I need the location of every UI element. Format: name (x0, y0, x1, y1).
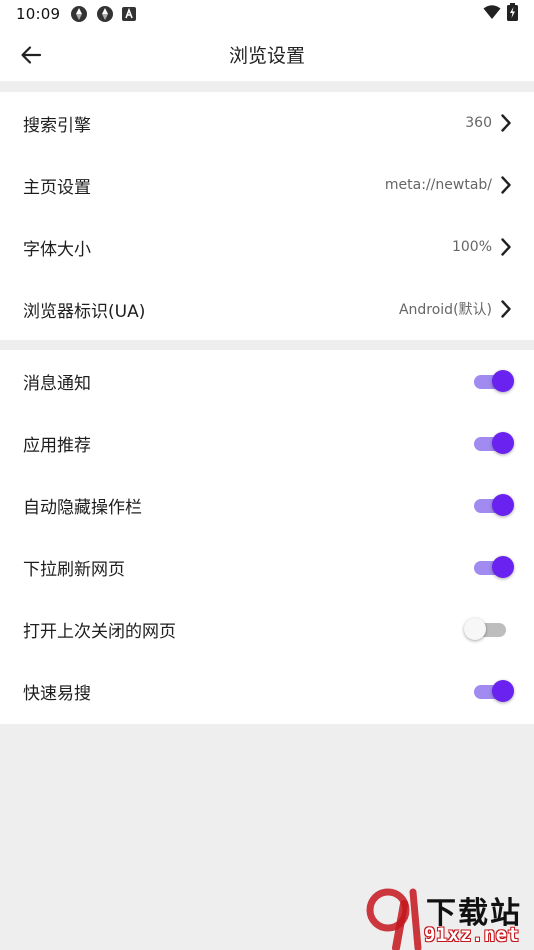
setting-label: 下拉刷新网页 (23, 559, 125, 580)
setting-app-recommend: 应用推荐 (0, 412, 534, 474)
toggle-switch[interactable] (464, 617, 512, 641)
chevron-right-icon (500, 175, 512, 195)
battery-charging-icon (507, 3, 518, 25)
chevron-right-icon (500, 237, 512, 257)
page-title: 浏览设置 (228, 45, 305, 67)
setting-label: 消息通知 (23, 373, 91, 394)
toggle-switch[interactable] (472, 493, 514, 517)
setting-label: 搜索引擎 (23, 115, 91, 136)
setting-value: 100% (451, 239, 492, 255)
setting-homepage[interactable]: 主页设置 meta://newtab/ (0, 154, 534, 216)
wifi-icon (483, 4, 501, 24)
back-button[interactable] (16, 40, 46, 70)
toggle-switch[interactable] (472, 431, 514, 455)
general-settings-group: 搜索引擎 360 主页设置 meta://newtab/ 字体大小 100% 浏… (0, 92, 534, 340)
setting-label: 自动隐藏操作栏 (23, 497, 142, 518)
toggle-settings-group: 消息通知 应用推荐 自动隐藏操作栏 下拉刷新网页 打开上次关闭的网页 快速易搜 (0, 350, 534, 724)
arrow-left-icon (21, 46, 42, 64)
status-bar: 10:09 (0, 0, 534, 28)
setting-search-engine[interactable]: 搜索引擎 360 (0, 92, 534, 154)
setting-value: 360 (465, 115, 492, 131)
setting-pull-to-refresh: 下拉刷新网页 (0, 536, 534, 598)
chevron-right-icon (500, 113, 512, 133)
toggle-switch[interactable] (472, 369, 514, 393)
a-box-icon (122, 7, 137, 21)
setting-label: 主页设置 (23, 177, 91, 198)
setting-restore-tabs: 打开上次关闭的网页 (0, 598, 534, 660)
setting-label: 快速易搜 (23, 683, 91, 704)
setting-label: 应用推荐 (23, 435, 91, 456)
setting-quick-search: 快速易搜 (0, 660, 534, 722)
setting-label: 字体大小 (23, 239, 91, 260)
setting-user-agent[interactable]: 浏览器标识(UA) Android(默认) (0, 278, 534, 340)
sync-icon (96, 5, 114, 23)
setting-label: 浏览器标识(UA) (23, 301, 146, 322)
chevron-right-icon (500, 299, 512, 319)
toggle-switch[interactable] (472, 555, 514, 579)
sync-icon (70, 5, 88, 23)
setting-label: 打开上次关闭的网页 (23, 621, 176, 642)
toggle-switch[interactable] (472, 679, 514, 703)
status-time: 10:09 (16, 5, 61, 23)
setting-notifications: 消息通知 (0, 350, 534, 412)
watermark-logo: 下载站 91xz.net (358, 884, 534, 950)
watermark-mark-icon (366, 888, 422, 950)
watermark-bottom-text: 91xz.net (424, 924, 520, 946)
setting-value: Android(默认) (398, 302, 492, 318)
setting-value: meta://newtab/ (384, 177, 492, 193)
setting-auto-hide-toolbar: 自动隐藏操作栏 (0, 474, 534, 536)
app-bar: 浏览设置 (0, 28, 534, 81)
setting-font-size[interactable]: 字体大小 100% (0, 216, 534, 278)
